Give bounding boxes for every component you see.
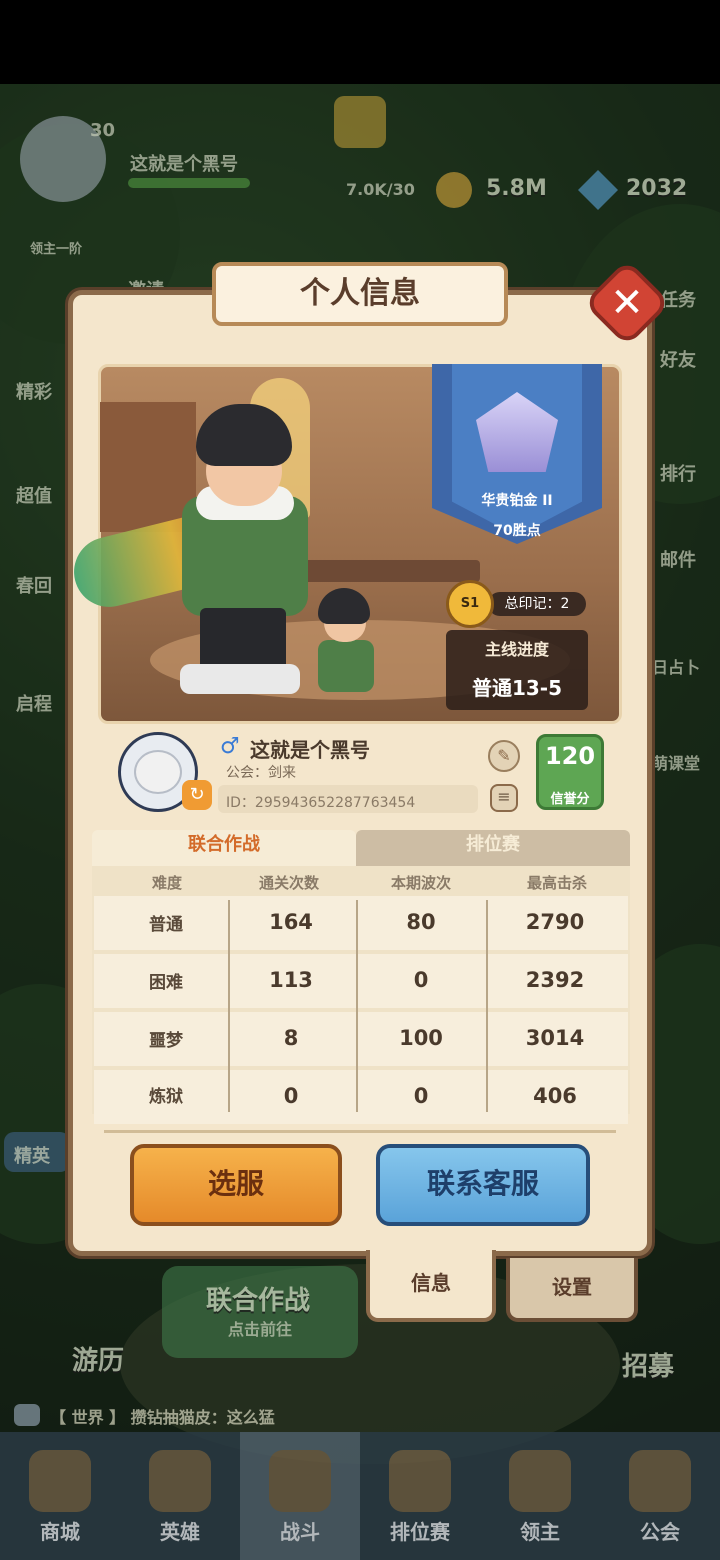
shop-icon [29, 1450, 91, 1512]
cell-value: 80 [406, 910, 436, 934]
main-progress-value: 普通13-5 [471, 676, 563, 700]
row-label-normal: 普通 [149, 915, 183, 935]
edit-name-icon[interactable]: ✎ [488, 740, 520, 772]
side-right-1[interactable]: 好友 [660, 346, 696, 372]
season-seal-icon[interactable]: S1 [446, 580, 494, 628]
player-level: 30 [90, 120, 116, 141]
male-icon: ♂ [220, 734, 240, 759]
side-left-1[interactable]: 超值 [16, 482, 52, 508]
dialog-title: 个人信息 [212, 262, 508, 326]
tab-coop-battle[interactable]: 联合作战 [92, 830, 356, 866]
hero-boots [180, 664, 300, 694]
guild-icon [629, 1450, 691, 1512]
side-right-2[interactable]: 排行 [660, 460, 696, 486]
side-right-3[interactable]: 邮件 [660, 546, 696, 572]
key-icon[interactable] [334, 96, 386, 148]
credit-score-value: 120 [544, 742, 596, 770]
cell-value: 0 [413, 1084, 429, 1108]
side-left-3[interactable]: 启程 [16, 690, 52, 716]
main-progress-label: 主线进度 [484, 640, 549, 659]
coop-battle-bg-label: 联合作战 [206, 1286, 311, 1316]
side-right-4[interactable]: 日占卜 [652, 654, 700, 678]
cell-value: 8 [283, 1026, 299, 1050]
copy-id-icon[interactable]: ≡ [490, 784, 518, 812]
cell-value: 113 [269, 968, 313, 992]
chat-icon[interactable] [14, 1404, 40, 1426]
cell-value: 3014 [525, 1026, 585, 1050]
nav-battle-label: 战斗 [280, 1520, 320, 1544]
nav-lord[interactable]: 领主 [480, 1432, 600, 1560]
rank-points: 70胜点 [493, 523, 541, 539]
side-left-2[interactable]: 春回 [16, 572, 52, 598]
nav-lord-label: 领主 [520, 1520, 560, 1544]
nav-heroes[interactable]: 英雄 [120, 1432, 240, 1560]
select-server-button[interactable]: 选服 [130, 1144, 342, 1226]
coop-go-label: 点击前往 [228, 1320, 293, 1339]
side-right-0[interactable]: 任务 [660, 286, 696, 312]
avatar-portrait [134, 750, 182, 794]
cell-value: 406 [533, 1084, 577, 1108]
battle-icon [269, 1450, 331, 1512]
th-clears: 通关次数 [258, 874, 319, 892]
cell-value: 2790 [525, 910, 585, 934]
seal-count: 总印记：2 [488, 592, 586, 616]
guild-name: 公会：剑来 [226, 765, 296, 781]
tab-info[interactable]: 信息 [366, 1250, 496, 1322]
nav-ranked[interactable]: 排位赛 [360, 1432, 480, 1560]
change-avatar-icon[interactable]: ↻ [182, 780, 212, 810]
contact-support-button[interactable]: 联系客服 [376, 1144, 590, 1226]
nav-guild[interactable]: 公会 [600, 1432, 720, 1560]
diamond-value: 2032 [626, 176, 688, 201]
cell-value: 0 [413, 968, 429, 992]
pet-body [318, 640, 374, 692]
cell-value: 0 [283, 1084, 299, 1108]
th-waves: 本期波次 [390, 874, 451, 892]
nav-shop-label: 商城 [40, 1520, 80, 1544]
column-divider [486, 900, 488, 1112]
gold-value: 5.8M [486, 176, 547, 201]
player-name-bg: 这就是个黑号 [130, 154, 238, 175]
row-label-purgatory: 炼狱 [149, 1087, 183, 1107]
row-label-hard: 困难 [149, 973, 183, 993]
side-left-0[interactable]: 精彩 [16, 378, 52, 404]
travel-label[interactable]: 游历 [72, 1340, 124, 1377]
nav-guild-label: 公会 [640, 1520, 680, 1544]
tab-settings[interactable]: 设置 [506, 1258, 638, 1322]
row-label-nightmare: 噩梦 [149, 1031, 183, 1051]
bottom-nav: 商城 英雄 战斗 排位赛 领主 公会 [0, 1432, 720, 1560]
table [300, 560, 480, 582]
exp-bar [128, 178, 250, 188]
status-bar [0, 0, 720, 84]
nav-ranked-label: 排位赛 [390, 1520, 450, 1544]
lord-rank-label: 领主一阶 [30, 242, 83, 257]
player-name: 这就是个黑号 [250, 738, 370, 762]
cell-value: 100 [399, 1026, 443, 1050]
recruit-label[interactable]: 招募 [622, 1346, 674, 1383]
heroes-icon [149, 1450, 211, 1512]
credit-score-label: 信誉分 [550, 792, 590, 807]
divider [104, 1130, 616, 1133]
gold-icon [436, 172, 472, 208]
cell-value: 2392 [525, 968, 585, 992]
tab-ranked[interactable]: 排位赛 [356, 830, 630, 866]
close-icon[interactable]: ✕ [596, 272, 658, 334]
lord-icon [509, 1450, 571, 1512]
nav-battle[interactable]: 战斗 [240, 1432, 360, 1560]
side-right-5[interactable]: 萌课堂 [652, 750, 700, 774]
th-max-kills: 最高击杀 [526, 874, 587, 892]
nav-shop[interactable]: 商城 [0, 1432, 120, 1560]
elite-label: 精英 [14, 1146, 50, 1167]
world-chat[interactable]: 【 世界 】 攒钻抽猫皮：这么猛 [50, 1404, 275, 1428]
player-id: ID：295943652287763454 [226, 795, 416, 811]
cell-value: 164 [269, 910, 313, 934]
th-difficulty: 难度 [151, 874, 182, 892]
energy-value: 7.0K/30 [346, 180, 415, 199]
rank-name: 华贵铂金 II [481, 493, 553, 509]
ranked-icon [389, 1450, 451, 1512]
nav-heroes-label: 英雄 [160, 1520, 200, 1544]
